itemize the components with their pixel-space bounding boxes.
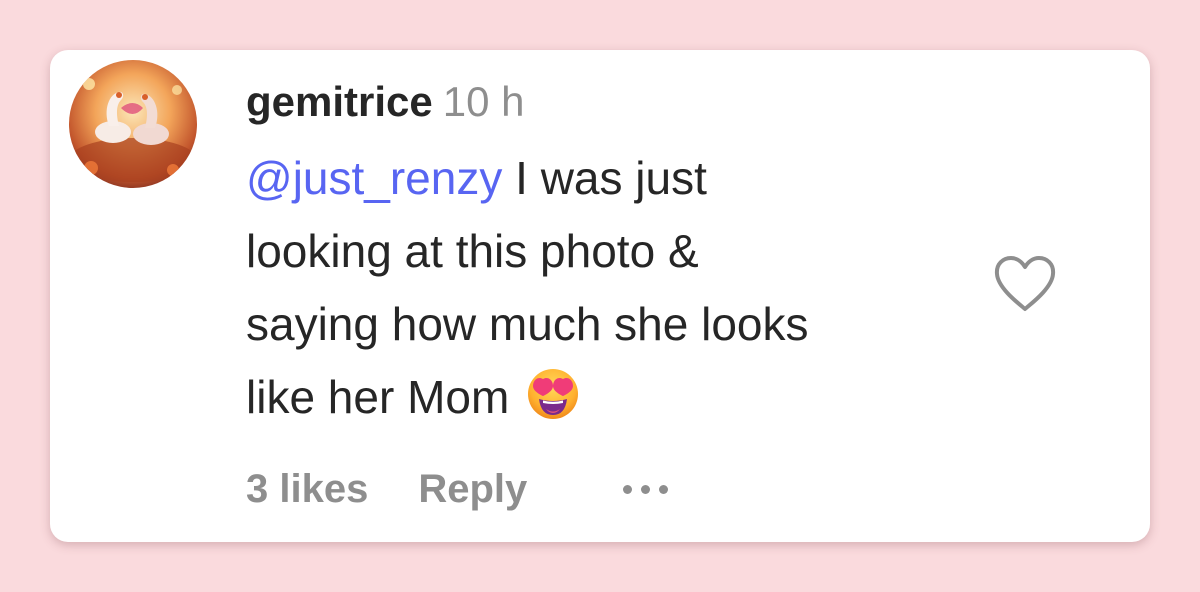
comment-line-2: looking at this photo & xyxy=(246,225,699,277)
comment-actions: 3 likes Reply xyxy=(246,462,669,516)
comment-card: gemitrice 10 h @just_renzy I was just loo… xyxy=(50,50,1150,542)
timestamp: 10 h xyxy=(442,78,525,125)
avatar-image xyxy=(69,60,197,188)
comment-text-4: like her Mom xyxy=(246,371,510,423)
more-options-icon[interactable] xyxy=(623,469,669,509)
heart-eyes-emoji-icon xyxy=(525,365,581,421)
more-dot xyxy=(623,484,633,494)
username-link[interactable]: gemitrice xyxy=(246,78,433,125)
comment-line-4: like her Mom xyxy=(246,361,966,434)
comment-header: gemitrice 10 h xyxy=(246,76,966,128)
more-dot xyxy=(659,484,669,494)
more-dot xyxy=(641,484,651,494)
comment-line-1: @just_renzy I was just xyxy=(246,142,966,215)
avatar[interactable] xyxy=(69,60,197,188)
likes-count-link[interactable]: 3 likes xyxy=(246,467,368,512)
mention-link[interactable]: @just_renzy xyxy=(246,152,502,204)
comment-text: @just_renzy I was just looking at this p… xyxy=(246,142,966,434)
comment-line-3: saying how much she looks xyxy=(246,298,809,350)
comment-text-1: I was just xyxy=(502,152,707,204)
reply-button[interactable]: Reply xyxy=(418,467,527,512)
comment-content: gemitrice 10 h @just_renzy I was just loo… xyxy=(246,76,966,434)
like-heart-icon[interactable] xyxy=(992,254,1058,314)
